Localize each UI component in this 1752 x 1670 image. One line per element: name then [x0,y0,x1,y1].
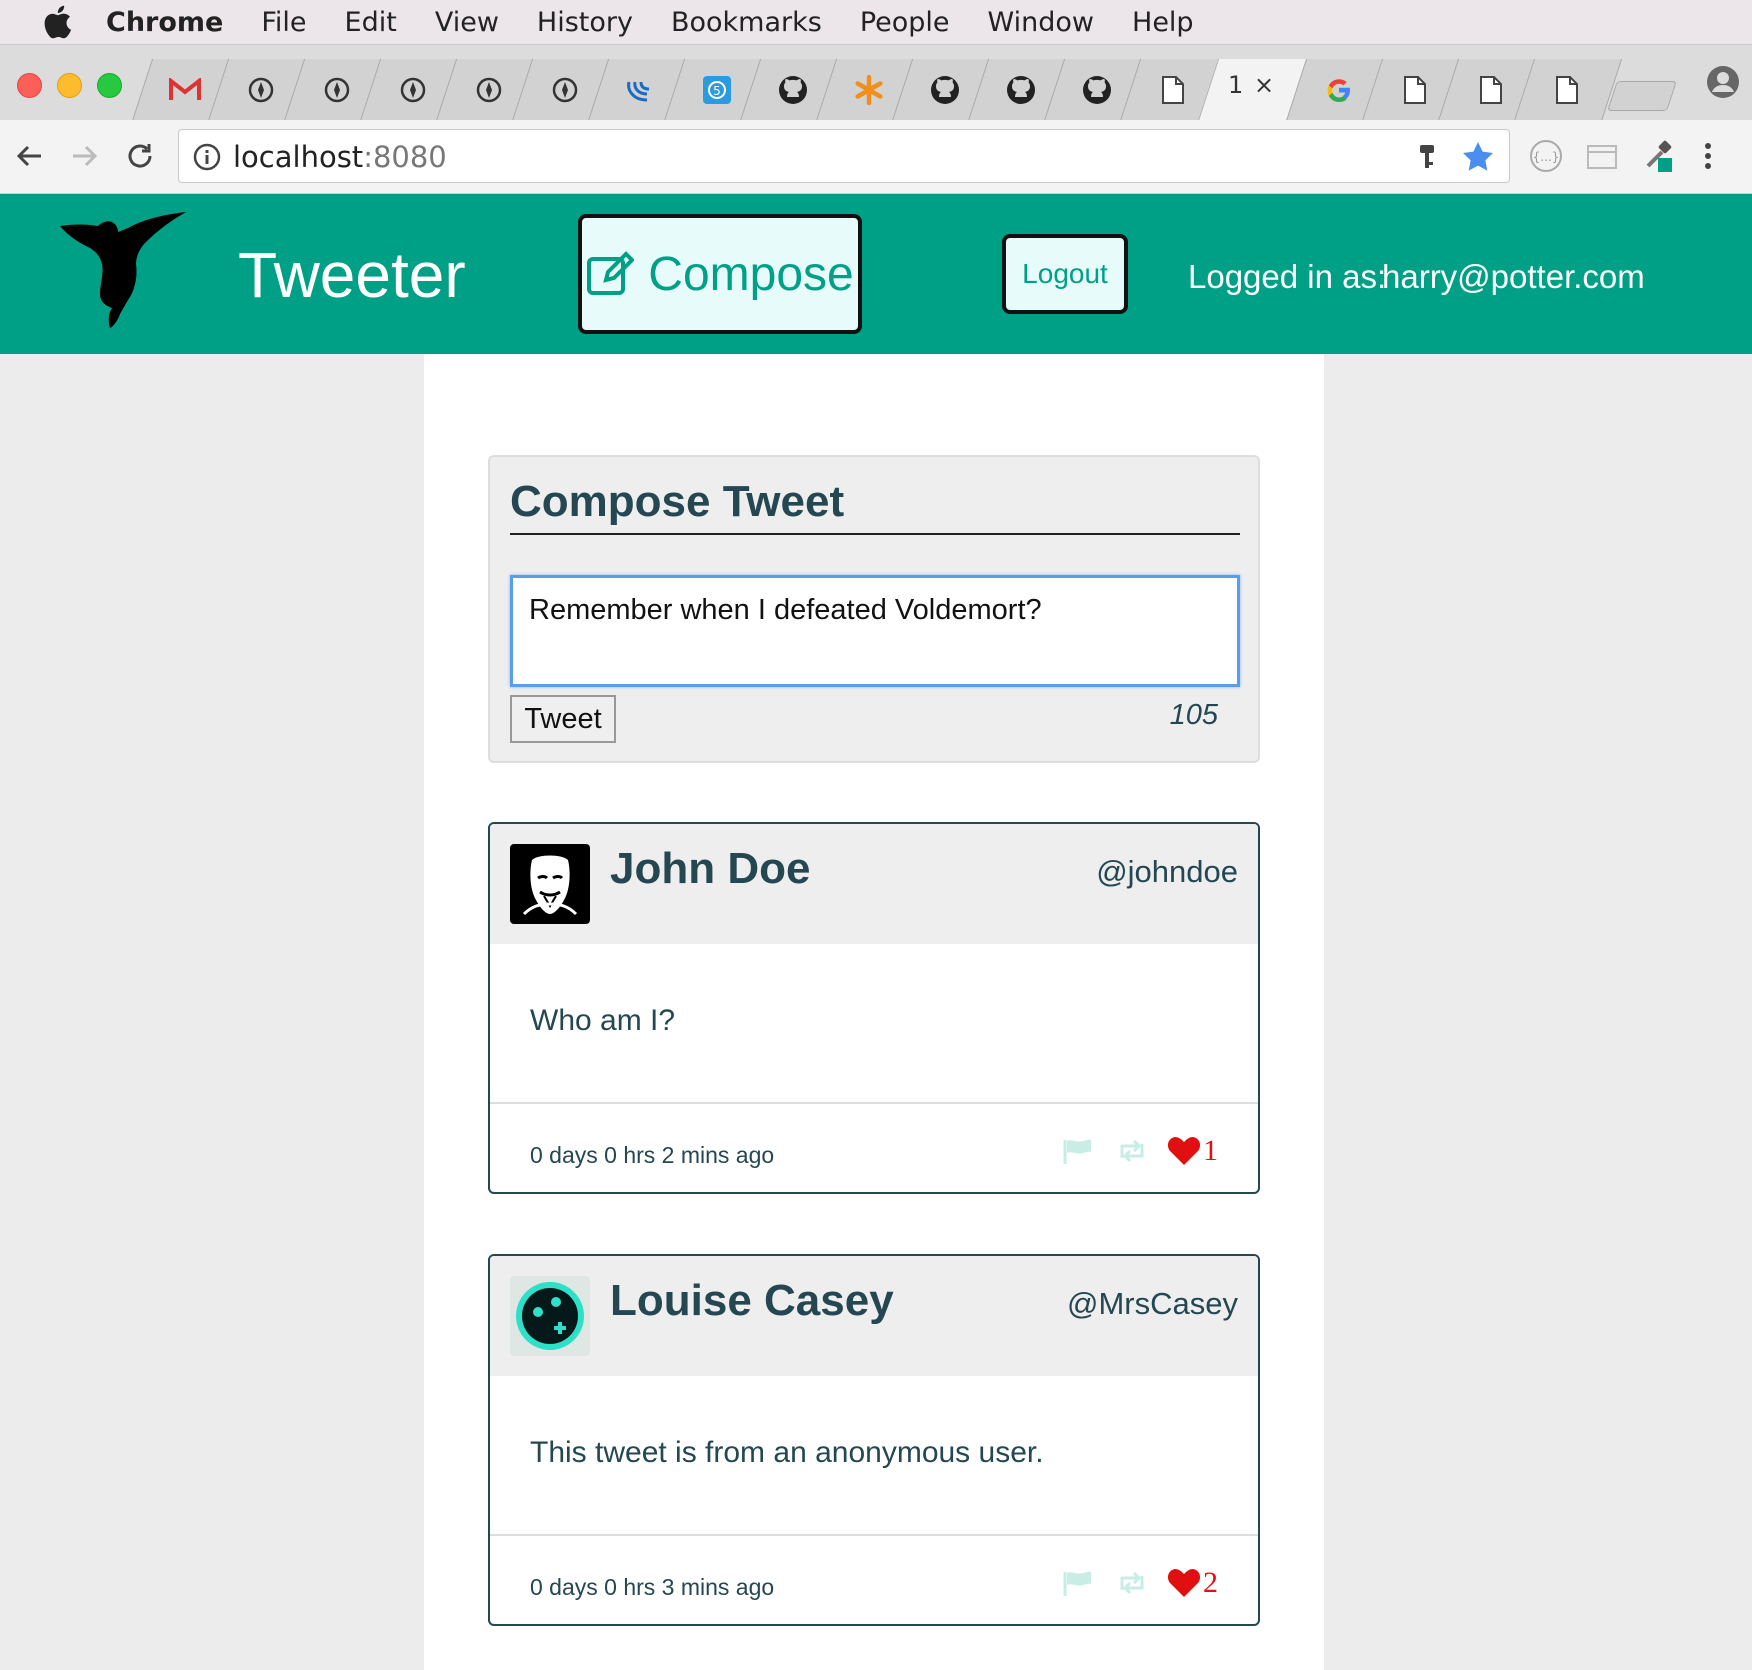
compose-button-label: Compose [648,247,854,301]
tweet-timestamp: 0 days 0 hrs 2 mins ago [530,1142,775,1168]
github-icon [1080,73,1114,107]
tweet-actions: 2 [1045,1566,1218,1600]
chrome-app-icon [244,73,278,107]
document-icon [1156,73,1190,107]
avatar [510,1276,590,1356]
hummingbird-logo-icon [60,212,186,328]
logged-in-label: Logged in as: [1188,258,1387,295]
main-content: Compose Tweet Tweet 105 John Doe @johndo… [424,354,1324,1670]
back-button[interactable] [10,136,50,176]
flag-icon[interactable] [1063,1136,1097,1166]
menu-file[interactable]: File [261,7,306,38]
address-bar[interactable]: localhost:8080 [178,129,1510,183]
anonymous-mask-avatar-icon [510,844,590,924]
flag-icon[interactable] [1063,1568,1097,1598]
chrome-app-icon [320,73,354,107]
tweet-card: Louise Casey @MrsCasey This tweet is fro… [488,1254,1260,1626]
chrome-app-icon [396,73,430,107]
teal-circle-avatar-icon [510,1276,590,1356]
chrome-app-icon [548,73,582,107]
gmail-icon [168,73,202,107]
compose-button[interactable]: Compose [578,214,862,334]
document-icon [1474,73,1508,107]
profile-icon[interactable] [1706,65,1740,99]
menu-window[interactable]: Window [988,7,1094,38]
reload-button[interactable] [120,136,160,176]
forward-button[interactable] [64,136,104,176]
svg-text:5: 5 [713,84,721,98]
tweet-divider [490,1534,1258,1536]
bookmark-star-icon[interactable] [1461,140,1495,174]
like-count: 2 [1203,1566,1218,1599]
menu-history[interactable]: History [537,7,633,38]
forward-arrow-icon [73,145,98,167]
character-counter: 105 [1169,699,1218,731]
menu-people[interactable]: People [860,7,950,38]
back-arrow-icon [16,145,41,167]
compose-tweet-section: Compose Tweet Tweet 105 [488,455,1260,763]
info-icon[interactable] [193,143,221,171]
heart-icon[interactable] [1167,1136,1201,1166]
tweet-divider [490,1102,1258,1104]
tweet-submit-button[interactable]: Tweet [510,695,616,743]
macos-menu-bar: Chrome File Edit View History Bookmarks … [0,0,1752,44]
window-close-button[interactable] [17,73,42,98]
github-icon [928,73,962,107]
menu-help[interactable]: Help [1132,7,1194,38]
window-extension-icon[interactable] [1584,138,1620,174]
url-text: localhost:8080 [233,140,447,174]
chrome-app-icon [472,73,506,107]
avatar [510,844,590,924]
app-header: Tweeter Compose Logout Logged in as: har… [0,194,1752,354]
logged-in-user: harry@potter.com [1382,258,1645,295]
app-brand[interactable]: Tweeter [238,238,466,312]
google-icon [1322,73,1356,107]
edit-icon [587,251,635,295]
menu-view[interactable]: View [435,7,499,38]
browser-toolbar: localhost:8080 {...} [0,120,1752,194]
logout-button[interactable]: Logout [1002,234,1128,314]
tweet-author-handle: @johndoe [1096,854,1238,889]
browser-tab-document[interactable] [1513,59,1623,121]
menu-app-name[interactable]: Chrome [106,7,223,38]
eyedropper-extension-icon[interactable] [1640,138,1676,174]
tweet-actions: 1 [1045,1134,1218,1168]
tweet-text-input[interactable] [510,575,1240,687]
window-zoom-button[interactable] [97,73,122,98]
document-icon [1398,73,1432,107]
tweet-text: Who am I? [530,1004,676,1037]
github-icon [1004,73,1038,107]
retweet-icon[interactable] [1115,1136,1149,1166]
key-icon[interactable] [1413,142,1441,172]
menu-edit[interactable]: Edit [345,7,397,38]
retweet-icon[interactable] [1115,1568,1149,1598]
jquery-icon [624,73,658,107]
compose-tweet-title: Compose Tweet [510,477,845,526]
html5-icon: 5 [700,73,734,107]
apple-logo-icon[interactable] [42,5,72,39]
menu-bookmarks[interactable]: Bookmarks [671,7,822,38]
tab-close-icon[interactable]: × [1254,71,1274,99]
window-minimize-button[interactable] [57,73,82,98]
title-underline [510,533,1240,535]
like-count: 1 [1203,1134,1218,1167]
tweet-text: This tweet is from an anonymous user. [530,1436,1044,1469]
tweet-timestamp: 0 days 0 hrs 3 mins ago [530,1574,775,1600]
browser-tab-strip: 5 1 × [0,44,1752,121]
new-tab-button[interactable] [1607,59,1677,121]
tweet-author-name: Louise Casey [610,1276,894,1325]
heart-icon[interactable] [1167,1568,1201,1598]
tweet-author-name: John Doe [610,844,811,893]
github-icon [776,73,810,107]
json-extension-icon[interactable]: {...} [1528,138,1564,174]
active-tab-title: 1 [1228,71,1244,99]
document-icon [1550,73,1584,107]
svg-text:{...}: {...} [1533,150,1560,164]
tweet-card: John Doe @johndoe Who am I? 0 days 0 hrs… [488,822,1260,1194]
reload-icon [128,144,152,168]
tweet-author-handle: @MrsCasey [1067,1286,1238,1321]
asterisk-icon [852,73,886,107]
chrome-menu-icon[interactable] [1698,138,1718,174]
